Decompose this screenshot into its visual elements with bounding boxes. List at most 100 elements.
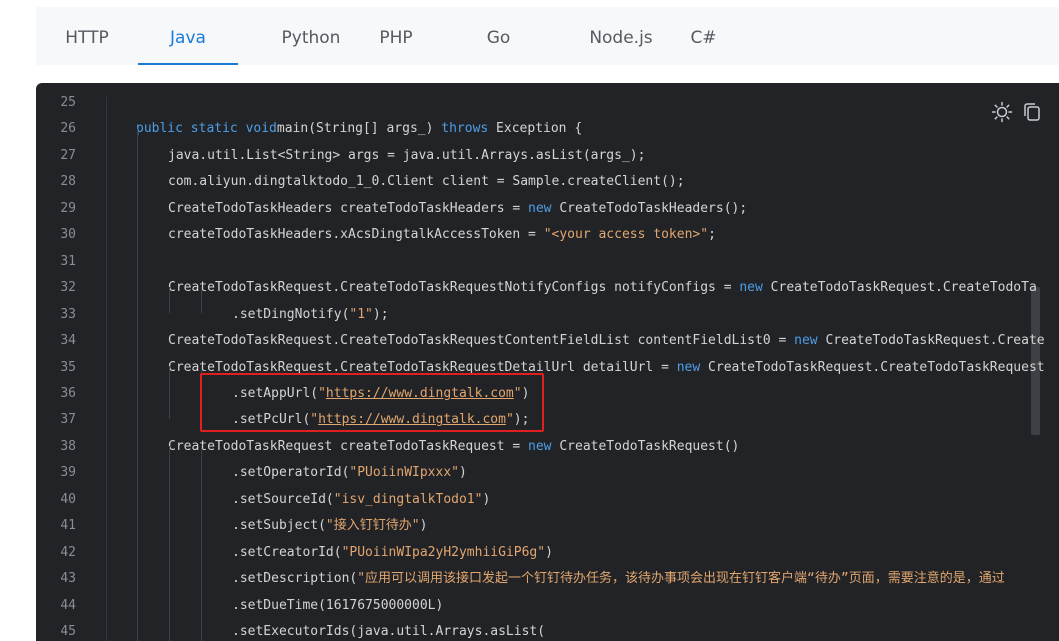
code-line: 41 .setSubject("接入钉钉待办") <box>36 513 1059 539</box>
code-token: java.util.List<String> args = java.util.… <box>168 147 646 163</box>
code-text: .setSubject("接入钉钉待办") <box>232 513 427 539</box>
code-line: 27 java.util.List<String> args = java.uti… <box>36 143 1059 169</box>
code-keyword: new <box>739 280 763 296</box>
code-token: .setDingNotify( <box>232 306 350 322</box>
language-tabs: HTTP Java Python PHP Go Node.js C# <box>36 7 1059 65</box>
line-number: 37 <box>60 412 76 428</box>
code-text: .setSourceId("isv_dingtalkTodo1") <box>232 487 490 513</box>
code-text: CreateTodoTaskHeaders createTodoTaskHead… <box>168 196 747 222</box>
code-line: 28 com.aliyun.dingtalktodo_1_0.Client cli… <box>36 169 1059 195</box>
code-token: ) <box>545 544 553 560</box>
code-text: .setCreatorId("PUoiinWIpa2yH2ymhiiGiP6g"… <box>232 540 553 566</box>
line-number: 39 <box>60 465 76 481</box>
code-line: 25 <box>36 90 1059 116</box>
code-token: .setDescription( <box>232 571 358 587</box>
code-token: main(String[] args_) <box>276 121 442 137</box>
code-string: "<your access token>" <box>543 227 709 243</box>
code-text: public static voidmain(String[] args_) t… <box>136 116 582 142</box>
code-keyword: throws <box>441 121 489 137</box>
code-text: com.aliyun.dingtalktodo_1_0.Client clien… <box>168 169 685 195</box>
code-token: .setExecutorIds(java.util.Arrays.asList( <box>232 624 546 639</box>
code-text: CreateTodoTaskRequest.CreateTodoTaskRequ… <box>168 275 1037 301</box>
line-number: 25 <box>60 95 76 110</box>
code-token: ; <box>708 227 716 243</box>
code-text: createTodoTaskHeaders.xAcsDingtalkAccess… <box>168 222 716 248</box>
line-number: 27 <box>60 147 76 163</box>
code-line: 34 CreateTodoTaskRequest.CreateTodoTaskRe… <box>36 328 1059 354</box>
code-string: "应用可以调用该接口发起一个钉钉待办任务，该待办事项会出现在钉钉客户端“待办”页… <box>357 571 1005 587</box>
code-token: .setSourceId( <box>232 491 334 507</box>
code-text: java.util.List<String> args = java.util.… <box>168 143 645 169</box>
tab-http[interactable]: HTTP <box>52 7 122 65</box>
line-number: 28 <box>60 174 76 190</box>
code-token: .setDueTime(1617675000000L) <box>232 597 444 613</box>
indent-guide <box>137 129 138 641</box>
code-text: CreateTodoTaskRequest.CreateTodoTaskRequ… <box>168 328 1045 354</box>
tab-php[interactable]: PHP <box>361 7 431 65</box>
line-number: 45 <box>60 624 76 639</box>
code-line: 29 CreateTodoTaskHeaders createTodoTaskHe… <box>36 196 1059 222</box>
code-token: .setOperatorId( <box>232 465 350 481</box>
code-token: Exception { <box>488 121 583 137</box>
code-token: ) <box>458 465 467 481</box>
code-text: .setDescription("应用可以调用该接口发起一个钉钉待办任务，该待办… <box>232 566 1005 592</box>
code-text: .setDingNotify("1"); <box>232 302 389 328</box>
code-string: "PUoiinWIpa2yH2ymhiiGiP6g" <box>341 544 546 560</box>
code-token: CreateTodoTaskRequest createTodoTaskRequ… <box>168 438 529 454</box>
line-number: 34 <box>60 333 76 349</box>
code-token: CreateTodoTaskRequest.Create <box>817 333 1045 349</box>
code-line: 26 public static voidmain(String[] args_)… <box>36 116 1059 142</box>
code-keyword: new <box>676 359 701 375</box>
code-token: com.aliyun.dingtalktodo_1_0.Client clien… <box>168 174 685 190</box>
code-keyword: new <box>794 333 818 349</box>
code-block: 25 26 public static voidmain(String[] args… <box>36 83 1059 641</box>
code-line: 37 .setPcUrl("https://www.dingtalk.com"); <box>36 407 1059 433</box>
code-keyword: public static void <box>136 121 277 137</box>
code-token: CreateTodoTaskRequest.CreateTodoTaskRequ… <box>700 359 1045 375</box>
line-number: 43 <box>60 571 76 587</box>
code-token: CreateTodoTaskRequest.CreateTodoTaskRequ… <box>168 280 740 296</box>
code-line: 31 <box>36 249 1059 275</box>
tab-c-[interactable]: C# <box>671 7 736 65</box>
code-text: .setExecutorIds(java.util.Arrays.asList( <box>232 619 545 641</box>
code-token: ) <box>419 518 428 534</box>
code-line: 32 CreateTodoTaskRequest.CreateTodoTaskRe… <box>36 275 1059 301</box>
code-line: 45 .setExecutorIds(java.util.Arrays.asLis… <box>36 619 1059 641</box>
code-line: 33 .setDingNotify("1"); <box>36 302 1059 328</box>
code-token: CreateTodoTaskRequest() <box>551 438 740 454</box>
code-string: "接入钉钉待办" <box>325 518 420 534</box>
code-token: ); <box>372 306 389 322</box>
indent-guide <box>201 287 202 313</box>
code-token: .setSubject( <box>232 518 326 534</box>
code-string: "isv_dingtalkTodo1" <box>333 491 483 507</box>
tab-java[interactable]: Java <box>138 7 238 65</box>
code-token: CreateTodoTaskRequest.CreateTodoTaskRequ… <box>168 333 795 349</box>
line-number: 42 <box>60 544 76 560</box>
code-text: .setDueTime(1617675000000L) <box>232 593 443 619</box>
line-number: 33 <box>60 306 76 322</box>
line-number: 44 <box>60 597 76 613</box>
indent-guide <box>169 287 170 313</box>
code-token: CreateTodoTaskRequest.CreateTodoTa <box>762 280 1037 296</box>
indent-guide <box>169 366 170 419</box>
code-token: .setCreatorId( <box>232 544 342 560</box>
code-line: 30 createTodoTaskHeaders.xAcsDingtalkAcce… <box>36 222 1059 248</box>
tab-go[interactable]: Go <box>461 7 536 65</box>
code-line: 39 .setOperatorId("PUoiinWIpxxx") <box>36 460 1059 486</box>
tab-python[interactable]: Python <box>256 7 366 65</box>
code-token: CreateTodoTaskHeaders createTodoTaskHead… <box>168 200 529 216</box>
line-number: 38 <box>60 438 76 454</box>
line-number: 26 <box>60 121 76 137</box>
code-token: createTodoTaskHeaders.xAcsDingtalkAccess… <box>168 227 544 243</box>
line-number: 32 <box>60 280 76 296</box>
tab-node-js[interactable]: Node.js <box>566 7 676 65</box>
code-line: 36 .setAppUrl("https://www.dingtalk.com") <box>36 381 1059 407</box>
code-text: .setOperatorId("PUoiinWIpxxx") <box>232 460 467 486</box>
line-number: 36 <box>60 385 76 401</box>
code-line: 35 CreateTodoTaskRequest.CreateTodoTaskRe… <box>36 355 1059 381</box>
line-number: 41 <box>60 518 76 534</box>
code-keyword: new <box>528 438 552 454</box>
line-number: 30 <box>60 227 76 243</box>
code-token: ) <box>482 491 491 507</box>
code-line: 40 .setSourceId("isv_dingtalkTodo1") <box>36 487 1059 513</box>
